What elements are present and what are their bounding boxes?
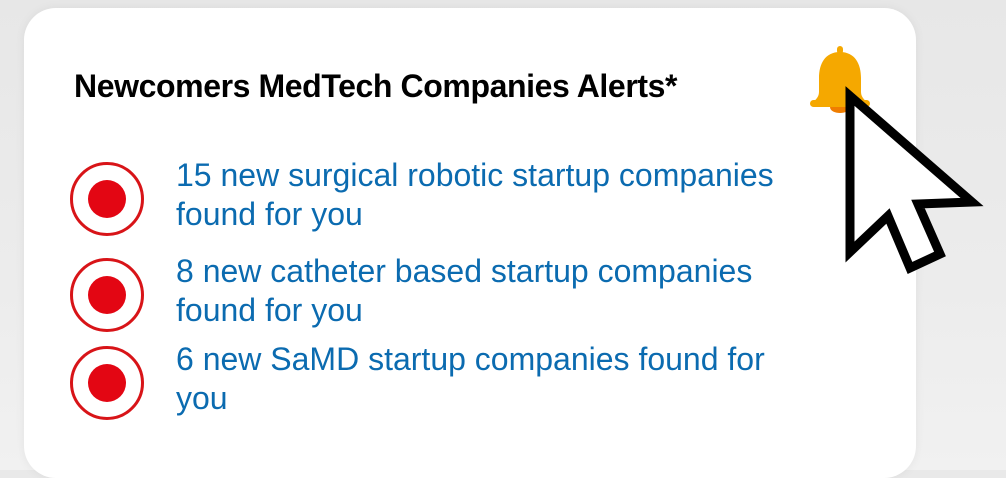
alert-link-surgical-robotics[interactable]: 15 new surgical robotic startup companie… bbox=[176, 156, 806, 234]
record-icon bbox=[70, 346, 144, 420]
record-dot bbox=[88, 364, 126, 402]
record-dot bbox=[88, 276, 126, 314]
mouse-pointer-icon bbox=[838, 84, 984, 280]
record-icon bbox=[70, 258, 144, 332]
alert-item-samd[interactable]: 6 new SaMD startup companies found for y… bbox=[70, 340, 830, 424]
alert-item-surgical-robotics[interactable]: 15 new surgical robotic startup companie… bbox=[70, 156, 830, 240]
record-icon bbox=[70, 162, 144, 236]
alert-link-catheter[interactable]: 8 new catheter based startup companies f… bbox=[176, 252, 806, 330]
alert-item-catheter[interactable]: 8 new catheter based startup companies f… bbox=[70, 252, 830, 336]
record-dot bbox=[88, 180, 126, 218]
card-title: Newcomers MedTech Companies Alerts* bbox=[74, 68, 678, 104]
alert-link-samd[interactable]: 6 new SaMD startup companies found for y… bbox=[176, 340, 806, 418]
